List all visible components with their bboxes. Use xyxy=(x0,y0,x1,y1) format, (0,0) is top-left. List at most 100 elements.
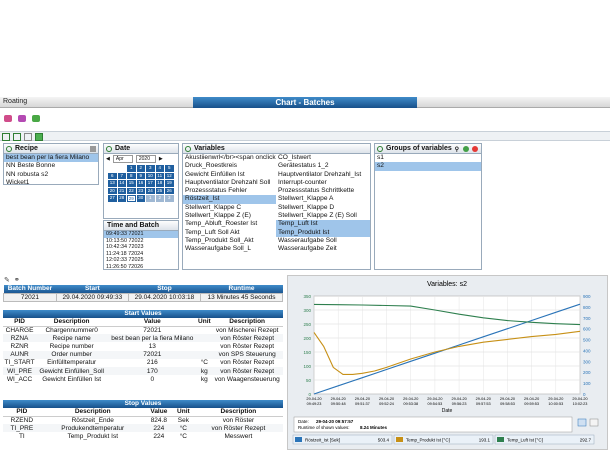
variable-item[interactable]: Stellwert_Klappe Z (E) Soll xyxy=(276,212,370,220)
recipe-item[interactable]: NN Beste Bonne xyxy=(4,162,98,170)
prev-month-icon[interactable]: ◀ xyxy=(106,156,110,162)
search-icon[interactable]: ⚲ xyxy=(455,145,459,155)
calendar-day[interactable]: 29 xyxy=(127,195,136,202)
variable-item[interactable]: Temp_Produkt Ist xyxy=(276,228,370,237)
recipe-item[interactable]: NN robusta s2 xyxy=(4,171,98,179)
recipe-item[interactable]: best bean per la fiera Milano xyxy=(4,154,98,163)
year-select[interactable]: 2020 xyxy=(135,155,156,163)
calendar-day[interactable]: 27 xyxy=(108,195,117,202)
add-icon[interactable] xyxy=(463,146,469,152)
remove-icon[interactable] xyxy=(472,146,478,152)
calendar-day[interactable]: 19 xyxy=(165,180,174,187)
variable-item[interactable]: Temp_Luft Soll Akt xyxy=(183,229,276,237)
calendar-day[interactable]: 1 xyxy=(127,165,136,172)
edit-icon[interactable] xyxy=(24,133,32,141)
group-item[interactable]: s1 xyxy=(375,154,481,162)
calendar-day[interactable]: 2 xyxy=(155,195,164,202)
calendar-day[interactable]: 11 xyxy=(155,172,164,179)
table-row[interactable]: TI_PRE Produkendtemperatur 224 °C von Röster… xyxy=(3,424,283,433)
new-icon[interactable] xyxy=(13,133,21,141)
variable-item[interactable]: Prozessstatus Schrittkette xyxy=(276,187,370,195)
calendar-day[interactable]: 26 xyxy=(165,187,174,194)
print-icon[interactable] xyxy=(4,115,12,122)
next-month-icon[interactable]: ▶ xyxy=(159,156,163,162)
calendar-day[interactable]: 1 xyxy=(146,195,155,202)
time-batch-item[interactable]: 09:49:33 72021 xyxy=(104,231,178,238)
calendar-day[interactable]: 23 xyxy=(136,187,145,194)
table-row[interactable]: TI_START Einfülltemperatur 216 °C von Röster… xyxy=(3,359,283,367)
refresh-icon[interactable] xyxy=(2,133,10,141)
save-icon[interactable] xyxy=(32,115,40,122)
calendar-day[interactable]: 28 xyxy=(117,195,126,202)
variable-item[interactable]: Temp_Produkt Soll_Akt xyxy=(183,237,276,245)
calendar-day[interactable]: 12 xyxy=(165,172,174,179)
variable-item[interactable]: Druck_Roestkreis xyxy=(183,162,276,170)
calendar-day[interactable]: 18 xyxy=(155,180,164,187)
variable-item[interactable]: Hauptventilator Drehzahl Soll xyxy=(183,179,276,187)
table-row[interactable]: 72021 29.04.2020 09:49:33 29.04.2020 10:03… xyxy=(3,292,283,303)
calendar-day[interactable]: 14 xyxy=(117,180,126,187)
refresh-icon[interactable] xyxy=(377,146,383,152)
table-row[interactable]: RZNA Recipe name best bean per la fiera Mi… xyxy=(3,334,283,343)
calendar-day[interactable]: 20 xyxy=(108,187,117,194)
table-row[interactable]: RZNR Recipe number 13 von Röster Rezept xyxy=(3,342,283,350)
variable-item[interactable]: Stellwert_Klappe D xyxy=(276,204,370,212)
calendar-day[interactable]: 24 xyxy=(146,187,155,194)
calendar-day[interactable]: 17 xyxy=(146,180,155,187)
variable-item[interactable]: Prozessstatus Fehler xyxy=(183,187,276,195)
variable-item[interactable]: Wasseraufgabe Soll xyxy=(276,237,370,245)
variable-item[interactable]: Hauptventilator Drehzahl_Ist xyxy=(276,171,370,179)
refresh-icon[interactable] xyxy=(106,146,112,152)
variable-item[interactable]: Temp_Abluft_Roester Ist xyxy=(183,220,276,228)
calendar-day[interactable]: 22 xyxy=(127,187,136,194)
refresh-icon[interactable] xyxy=(185,146,191,152)
calendar-day[interactable]: 30 xyxy=(136,195,145,202)
time-batch-item[interactable]: 10:42:34 72023 xyxy=(104,244,178,251)
calendar-day[interactable]: 3 xyxy=(165,195,174,202)
chart-export-icon[interactable] xyxy=(589,418,599,427)
time-batch-item[interactable]: 10:13:50 72022 xyxy=(104,238,178,245)
calendar-day[interactable]: 9 xyxy=(136,172,145,179)
calendar-day[interactable]: 3 xyxy=(146,165,155,172)
variable-item[interactable]: Temp_Luft Ist xyxy=(276,220,370,229)
calendar-day[interactable]: 16 xyxy=(136,180,145,187)
variable-item[interactable]: Akustiienwrl</br><span onclick= xyxy=(183,154,276,162)
variable-item[interactable]: Stellwert_Klappe Z (E) xyxy=(183,212,276,220)
variable-item[interactable]: Gerätestatus 1_2 xyxy=(276,162,370,170)
delete-icon[interactable] xyxy=(90,146,96,152)
table-row[interactable]: AUNR Order number 72021 von SPS Steuerung xyxy=(3,350,283,359)
calendar-day[interactable]: 4 xyxy=(155,165,164,172)
attachment-icon[interactable]: ⚭ xyxy=(14,276,20,284)
variable-item[interactable]: Interrupt-counter xyxy=(276,179,370,187)
table-row[interactable]: WI_PRE Gewicht Einfüllen_Soll 170 kg von Rös… xyxy=(3,366,283,376)
table-row[interactable]: RZEND Röstzeit_Ende 824.8 Sek von Röster xyxy=(3,416,283,424)
forward-icon[interactable] xyxy=(35,133,43,141)
variable-item[interactable]: Stellwert_Klappe C xyxy=(183,204,276,212)
variable-item[interactable]: Röstzeit_Ist xyxy=(183,195,276,204)
time-batch-item[interactable]: 11:26:50 72026 xyxy=(104,264,178,271)
calendar-day[interactable]: 6 xyxy=(108,172,117,179)
calendar-day[interactable]: 21 xyxy=(117,187,126,194)
chart-settings-icon[interactable] xyxy=(577,418,587,427)
time-batch-item[interactable]: 12:02:33 72025 xyxy=(104,257,178,264)
month-select[interactable]: Apr xyxy=(112,155,133,163)
calendar-day[interactable]: 8 xyxy=(127,172,136,179)
time-batch-item[interactable]: 11:24:18 72024 xyxy=(104,251,178,258)
pin-icon[interactable]: ✎ xyxy=(4,276,10,284)
variable-item[interactable]: Wasseraufgabe Soll_L xyxy=(183,245,276,253)
calendar-day[interactable]: 5 xyxy=(165,165,174,172)
export-icon[interactable] xyxy=(18,115,26,122)
calendar-day[interactable]: 10 xyxy=(146,172,155,179)
recipe-item[interactable]: Wicket1 xyxy=(4,179,98,187)
calendar-day[interactable]: 13 xyxy=(108,180,117,187)
group-item[interactable]: s2 xyxy=(375,162,481,171)
variable-item[interactable]: Gewicht Einfüllen Ist xyxy=(183,171,276,179)
table-row[interactable]: TI Temp_Produkt Ist 224 °C Messwert xyxy=(3,432,283,440)
calendar-day[interactable]: 25 xyxy=(155,187,164,194)
calendar-day[interactable]: 15 xyxy=(127,180,136,187)
variable-item[interactable]: Stellwert_Klappe A xyxy=(276,195,370,203)
table-row[interactable]: WI_ACC Gewicht Einfüllen Ist 0 kg von Waagen… xyxy=(3,375,283,383)
calendar-day[interactable]: 7 xyxy=(117,172,126,179)
refresh-icon[interactable] xyxy=(6,146,12,152)
variable-item[interactable]: CO_Istwert xyxy=(276,154,370,162)
